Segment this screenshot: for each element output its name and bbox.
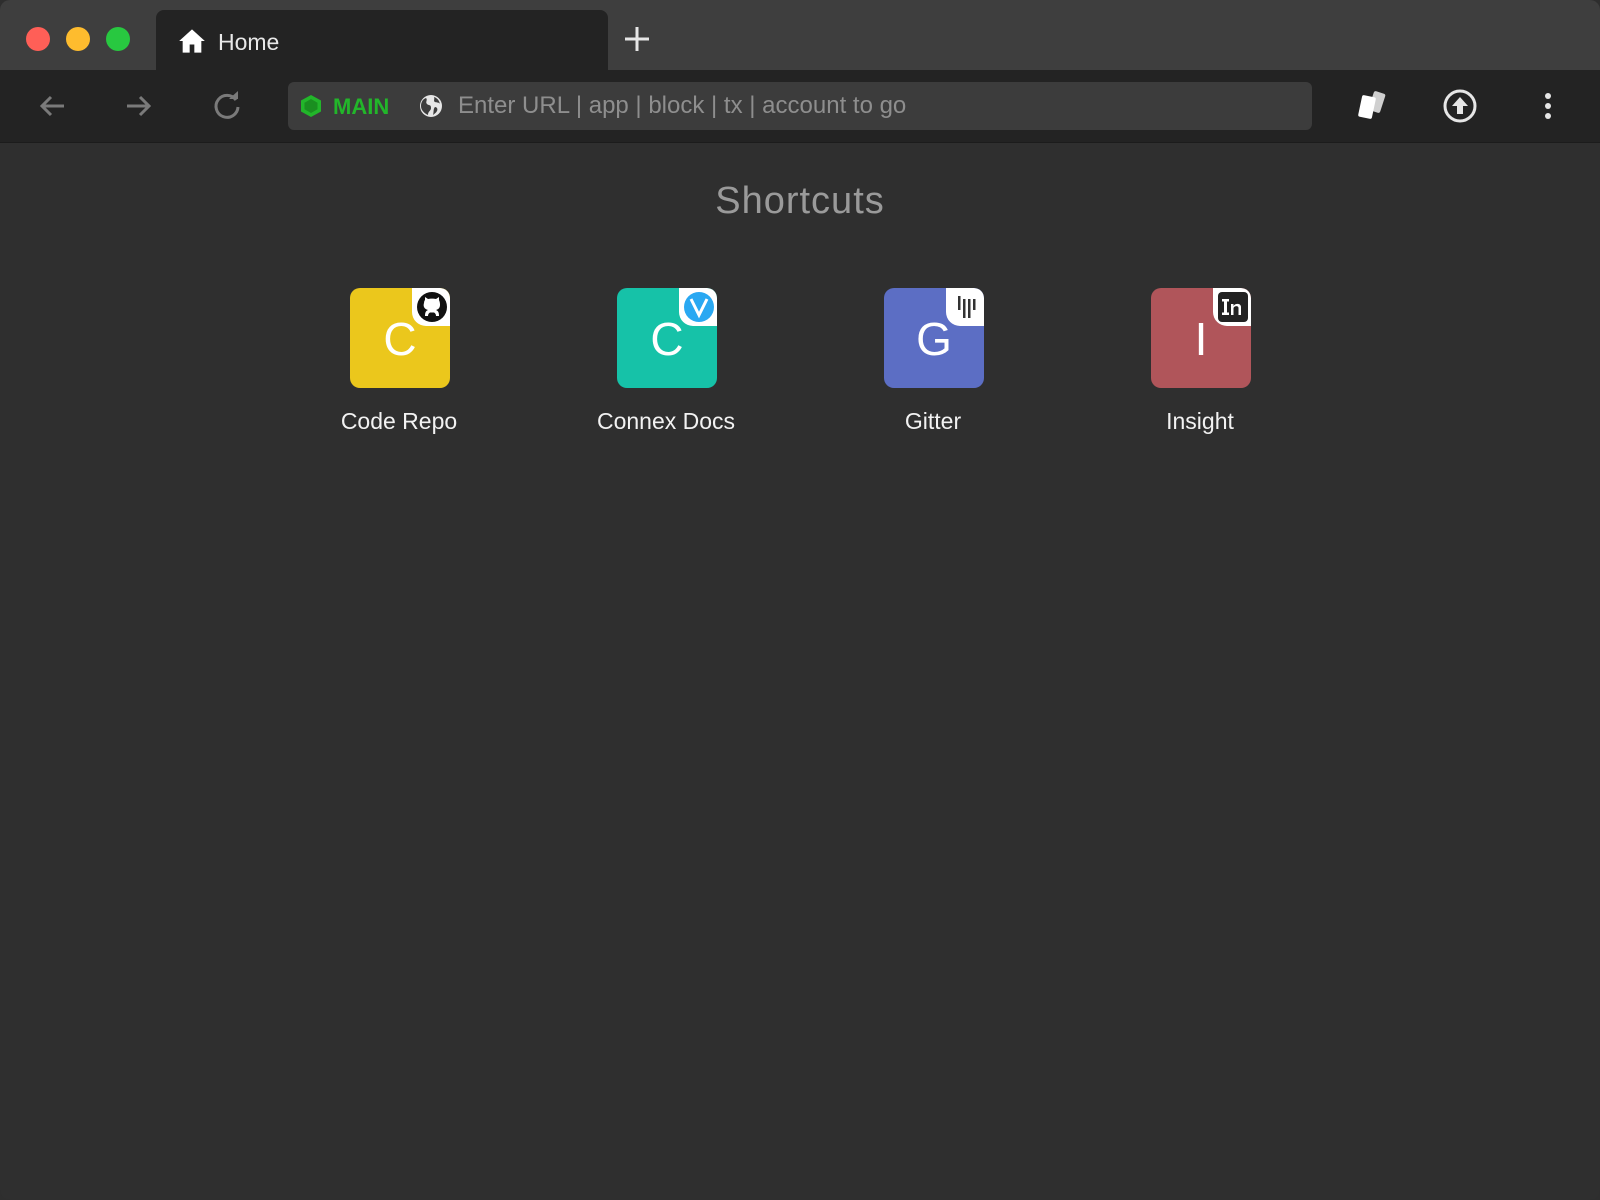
plus-icon[interactable] [622, 24, 652, 54]
network-label[interactable]: MAIN [333, 94, 389, 120]
title-bar: Home [0, 0, 1600, 70]
home-page: Shortcuts C Code Repo C Connex Docs G Gi… [0, 144, 1600, 1200]
cards-icon[interactable] [1354, 88, 1390, 124]
github-icon [412, 288, 450, 326]
upload-icon[interactable] [1442, 88, 1478, 124]
browser-window: Home MAIN Enter URL | app | block | tx |… [0, 0, 1600, 1200]
arrow-left-icon[interactable] [34, 88, 70, 124]
shortcuts-title: Shortcuts [715, 180, 885, 222]
shortcut-label: Code Repo [340, 408, 458, 434]
insight-icon [1213, 288, 1251, 326]
shortcut-connex-docs[interactable]: C Connex Docs [566, 288, 766, 448]
close-window-button[interactable] [26, 27, 50, 51]
shortcut-tile[interactable]: C [350, 288, 450, 388]
tab-title: Home [218, 29, 280, 55]
vuejs-icon [679, 288, 717, 326]
shortcut-tile[interactable]: G [884, 288, 984, 388]
more-vert-icon[interactable] [1530, 88, 1566, 124]
url-input[interactable] [458, 88, 1288, 124]
shortcut-label: Gitter [904, 408, 962, 434]
shortcut-label: Connex Docs [596, 408, 736, 434]
reload-icon[interactable] [209, 88, 245, 124]
shortcut-insight[interactable]: I Insight [1100, 288, 1300, 448]
arrow-right-icon[interactable] [121, 88, 157, 124]
shortcut-code-repo[interactable]: C Code Repo [299, 288, 499, 448]
home-icon [179, 29, 205, 53]
globe-icon [420, 95, 442, 117]
shortcut-tile[interactable]: C [617, 288, 717, 388]
gitter-icon [946, 288, 984, 326]
minimize-window-button[interactable] [66, 27, 90, 51]
shortcut-tile[interactable]: I [1151, 288, 1251, 388]
hexagon-icon [301, 95, 321, 117]
zoom-window-button[interactable] [106, 27, 130, 51]
shortcut-gitter[interactable]: G Gitter [833, 288, 1033, 448]
shortcut-label: Insight [1166, 408, 1234, 434]
tab-home[interactable]: Home [156, 10, 608, 70]
toolbar: MAIN [0, 70, 1600, 143]
address-bar[interactable]: MAIN [288, 82, 1312, 130]
